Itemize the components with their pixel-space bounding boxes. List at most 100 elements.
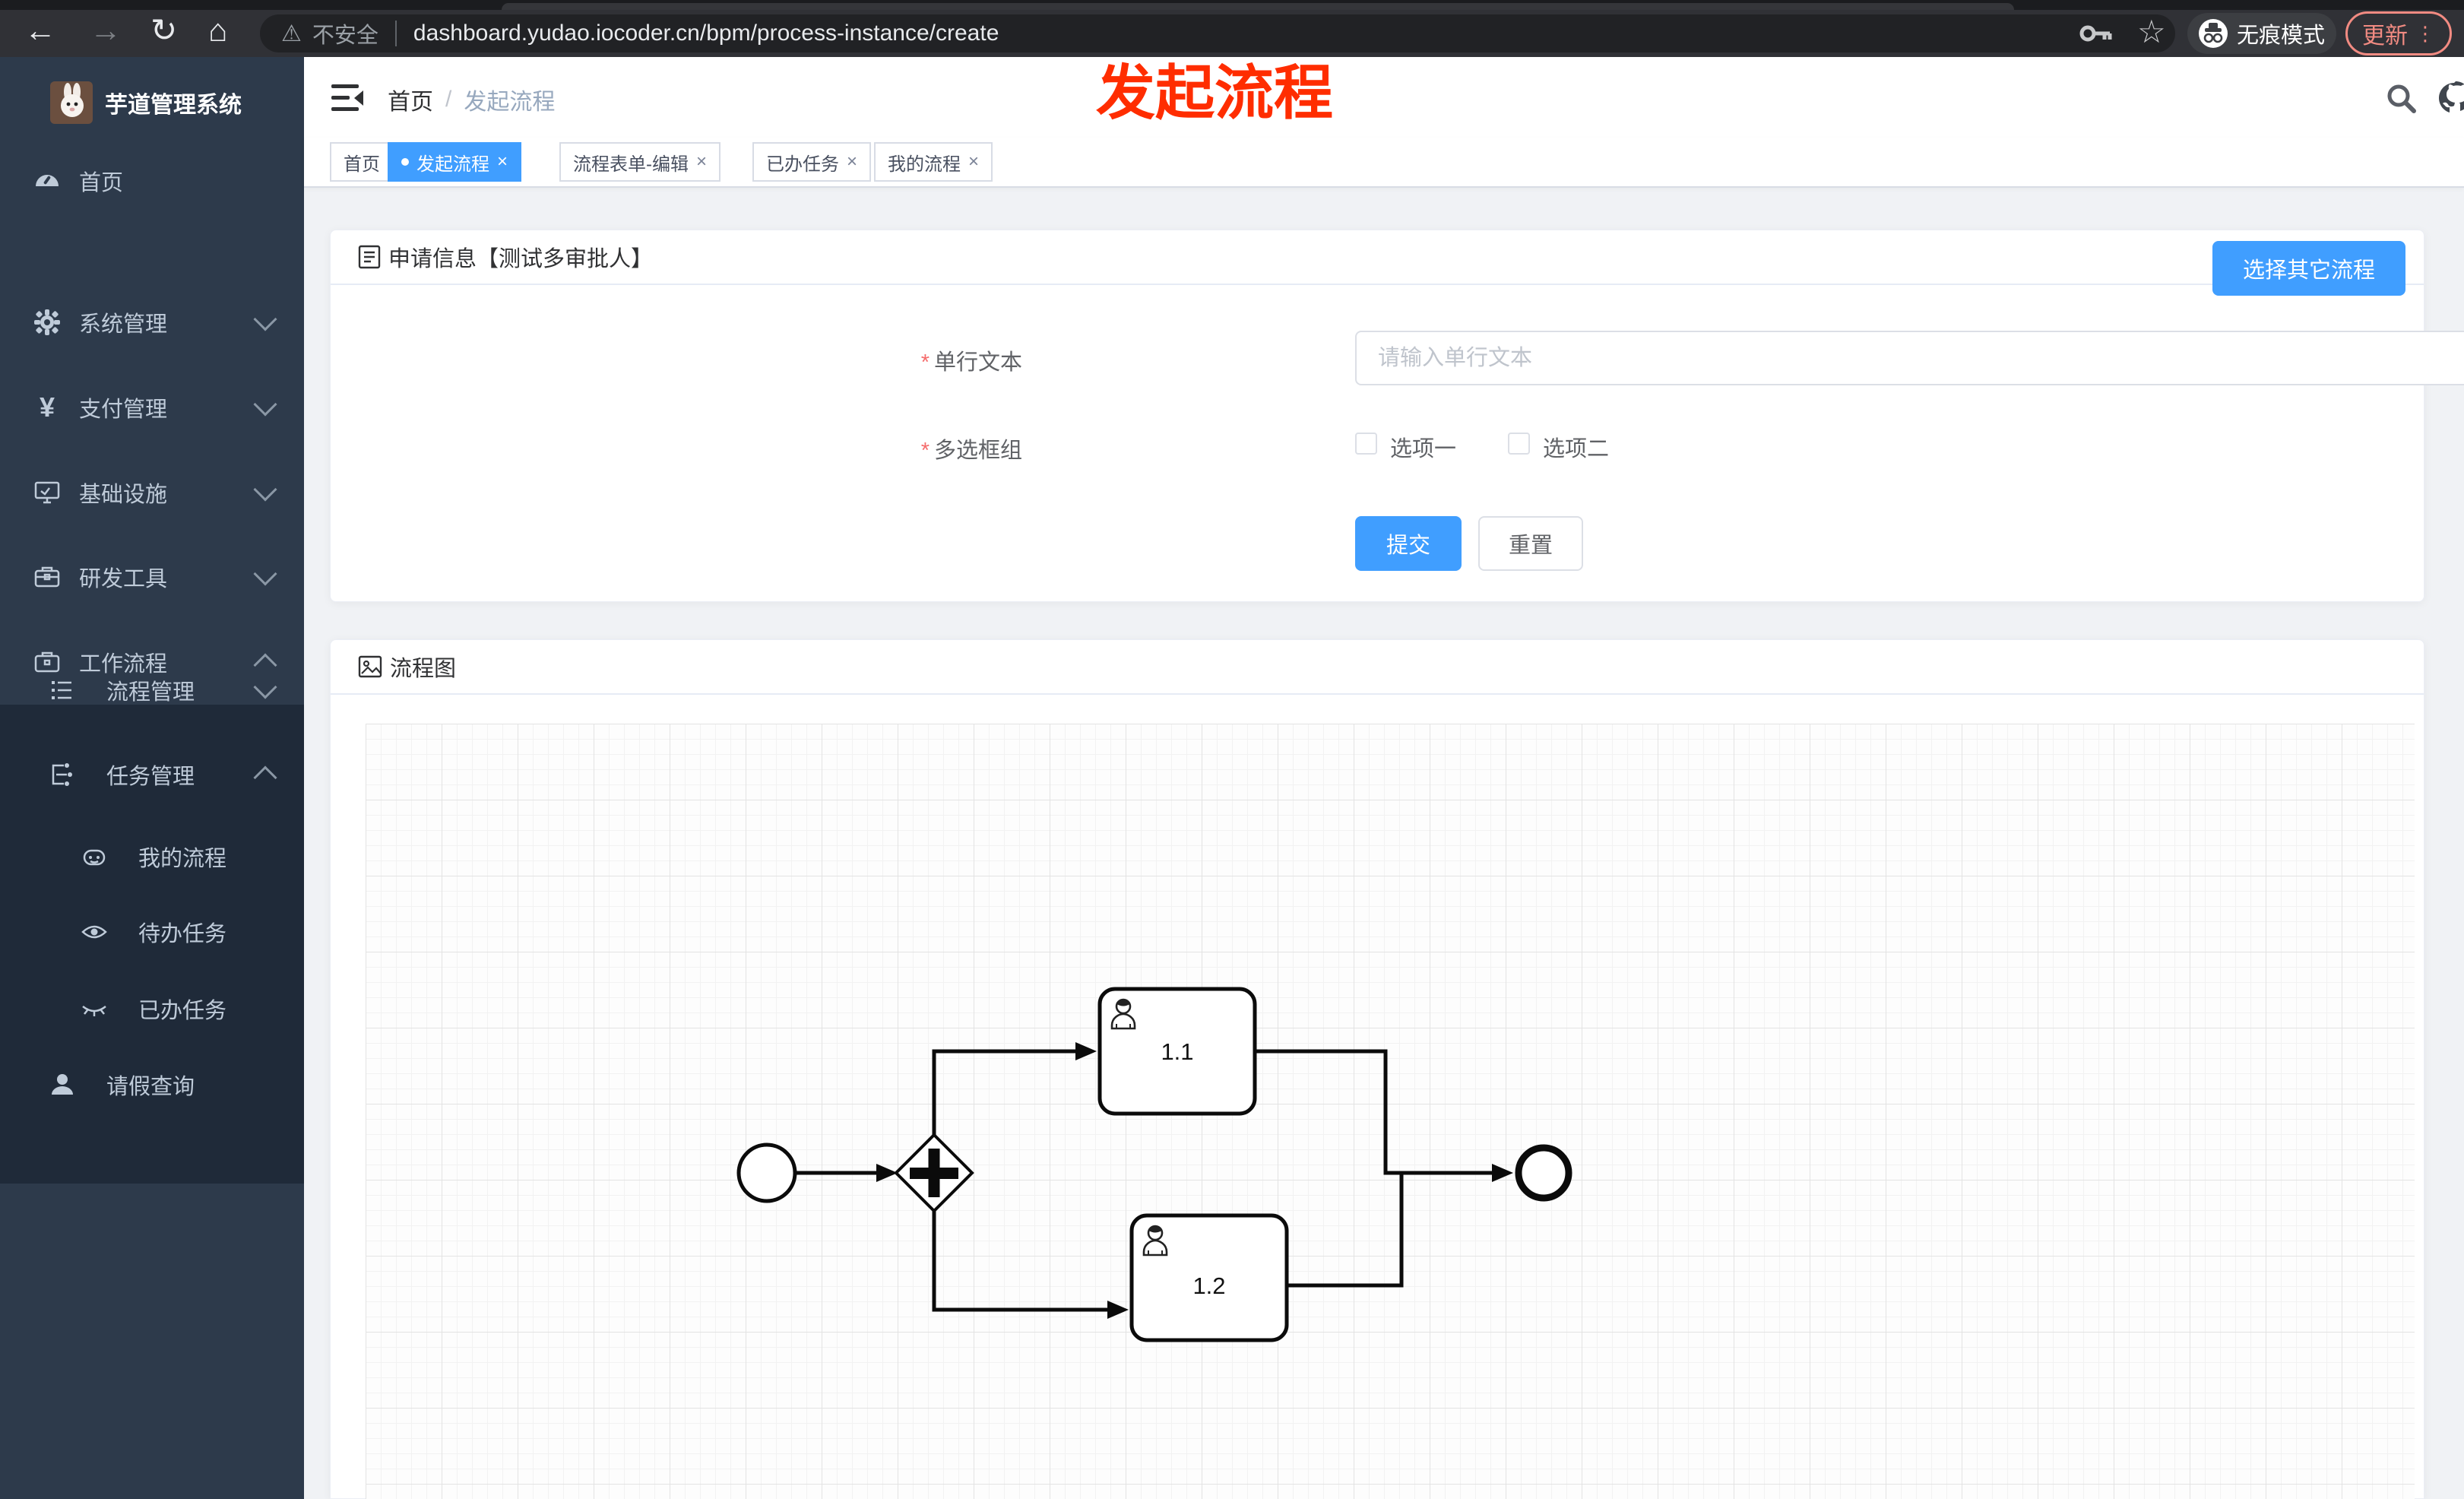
required-asterisk: * xyxy=(920,350,930,375)
close-icon[interactable]: × xyxy=(847,151,857,173)
sidebar-item-label: 系统管理 xyxy=(79,312,168,337)
close-icon[interactable]: × xyxy=(696,151,707,173)
browser-tab-strip xyxy=(0,0,2464,10)
tab-label: 首页 xyxy=(344,154,380,175)
checkbox-option-1[interactable] xyxy=(1355,433,1377,455)
sidebar-item-leave-query[interactable]: 请假查询 xyxy=(0,1042,304,1127)
checkbox-label-2[interactable]: 选项二 xyxy=(1543,431,1609,463)
url-text[interactable]: dashboard.yudao.iocoder.cn/bpm/process-i… xyxy=(413,21,999,46)
arrowhead xyxy=(1075,1042,1097,1060)
diagram-card-header: 流程图 xyxy=(331,640,2424,695)
arrowhead xyxy=(1107,1301,1129,1319)
sidebar-item-label: 待办任务 xyxy=(138,922,227,946)
search-icon[interactable] xyxy=(2385,82,2417,114)
eye-closed-icon xyxy=(79,994,109,1024)
tab-my-process[interactable]: 我的流程 × xyxy=(874,142,993,182)
sidebar-item-process-mgmt[interactable]: 流程管理 xyxy=(0,648,304,733)
process-diagram-card: 流程图 1.1 1.2 xyxy=(330,639,2424,1499)
forward-icon[interactable]: → xyxy=(90,14,122,46)
github-icon[interactable] xyxy=(2437,81,2464,116)
task-label: 1.1 xyxy=(1161,1038,1193,1065)
sidebar-item-done-tasks[interactable]: 已办任务 xyxy=(0,966,304,1051)
sidebar-item-system[interactable]: 系统管理 xyxy=(0,280,304,365)
chevron-down-icon xyxy=(253,307,277,331)
eye-icon xyxy=(79,917,109,947)
bpmn-canvas[interactable]: 1.1 1.2 xyxy=(366,724,2415,1499)
toolbox-icon xyxy=(32,562,62,592)
screen: ← → ↻ ⌂ ⚠ 不安全 dashboard.yudao.iocoder.cn… xyxy=(0,0,2464,1499)
breadcrumb-home[interactable]: 首页 xyxy=(388,83,433,116)
sidebar-item-todo-tasks[interactable]: 待办任务 xyxy=(0,889,304,975)
flow-task1-to-end[interactable] xyxy=(1255,1049,1492,1175)
breadcrumb: 首页 / 发起流程 xyxy=(388,83,555,116)
tab-start-process[interactable]: 发起流程 × xyxy=(388,142,522,182)
sidebar-item-devtools[interactable]: 研发工具 xyxy=(0,534,304,620)
task-label: 1.2 xyxy=(1192,1272,1225,1299)
sidebar-item-task-mgmt[interactable]: 任务管理 xyxy=(0,732,304,817)
flow-gateway-to-task1[interactable] xyxy=(932,1049,1075,1135)
kebab-menu-icon[interactable]: ⋮ xyxy=(2415,22,2435,46)
sidebar-item-infra[interactable]: 基础设施 xyxy=(0,450,304,535)
flow-task2-to-end[interactable] xyxy=(1287,1173,1404,1288)
back-icon[interactable]: ← xyxy=(24,14,56,46)
flow-tree-icon xyxy=(47,759,78,790)
gateway-plus-icon xyxy=(928,1149,940,1197)
security-label[interactable]: 不安全 xyxy=(312,17,378,49)
chevron-down-icon xyxy=(253,562,277,586)
bookmark-star-icon[interactable]: ☆ xyxy=(2137,13,2166,50)
sidebar-logo[interactable]: 芋道管理系统 xyxy=(0,72,304,133)
tags-view: 首页 发起流程 × 流程表单-编辑 × 已办任务 × 我的流程 × xyxy=(304,138,2464,188)
hamburger-icon[interactable] xyxy=(331,84,365,112)
logo-rabbit-image xyxy=(50,81,93,124)
checkbox-option-2[interactable] xyxy=(1508,433,1530,455)
sidebar-item-label: 支付管理 xyxy=(79,398,168,422)
diagram-card-title: 流程图 xyxy=(390,657,457,681)
home-icon[interactable]: ⌂ xyxy=(208,14,227,46)
reload-icon[interactable]: ↻ xyxy=(150,14,177,46)
single-line-text-input[interactable] xyxy=(1355,331,2464,385)
user-icon xyxy=(47,1070,78,1100)
tab-form-edit[interactable]: 流程表单-编辑 × xyxy=(559,142,721,182)
tab-home[interactable]: 首页 xyxy=(330,142,394,182)
start-event[interactable] xyxy=(736,1142,797,1203)
sidebar-item-label: 已办任务 xyxy=(138,999,227,1023)
sidebar: 芋道管理系统 首页 系统管理 ¥ 支付管理 基础设施 研发工具 工作流程 流程管… xyxy=(0,57,304,1499)
list-tree-icon xyxy=(47,675,78,705)
sidebar-item-my-process[interactable]: 我的流程 xyxy=(0,814,304,899)
breadcrumb-current: 发起流程 xyxy=(464,90,556,115)
omnibox-divider xyxy=(394,21,397,46)
close-icon[interactable]: × xyxy=(497,151,508,173)
active-dot xyxy=(401,158,409,166)
close-icon[interactable]: × xyxy=(968,151,979,173)
reset-button[interactable]: 重置 xyxy=(1478,516,1583,571)
sidebar-item-label: 首页 xyxy=(79,171,124,195)
sidebar-item-label: 请假查询 xyxy=(106,1075,195,1099)
browser-update-button[interactable]: 更新 ⋮ xyxy=(2345,11,2452,55)
sidebar-item-label: 基础设施 xyxy=(79,483,168,507)
document-icon xyxy=(358,245,381,269)
warning-icon: ⚠ xyxy=(281,21,302,46)
submit-button[interactable]: 提交 xyxy=(1355,516,1462,571)
end-event[interactable] xyxy=(1515,1144,1572,1202)
bpmn-diagram: 1.1 1.2 xyxy=(736,987,1572,1342)
incognito-badge: 无痕模式 xyxy=(2187,13,2336,54)
field-label-single-line: * 单行文本 xyxy=(920,350,1022,375)
incognito-icon xyxy=(2198,19,2228,48)
tab-done-tasks[interactable]: 已办任务 × xyxy=(752,142,872,182)
sidebar-item-label: 研发工具 xyxy=(79,567,168,591)
checkbox-label-1[interactable]: 选项一 xyxy=(1390,431,1456,463)
monitor-icon xyxy=(32,477,62,508)
robot-icon xyxy=(79,841,109,872)
flow-gateway-to-task2[interactable] xyxy=(932,1211,1107,1312)
field-label-checkbox-group: * 多选框组 xyxy=(920,439,1022,463)
browser-active-tab[interactable] xyxy=(502,3,2014,10)
sidebar-item-home[interactable]: 首页 xyxy=(0,138,304,223)
incognito-label: 无痕模式 xyxy=(2236,24,2325,48)
choose-other-process-button[interactable]: 选择其它流程 xyxy=(2212,241,2405,296)
chevron-down-icon xyxy=(253,477,277,502)
sidebar-item-payment[interactable]: ¥ 支付管理 xyxy=(0,365,304,450)
picture-icon xyxy=(358,655,382,678)
tab-label: 发起流程 xyxy=(416,154,489,175)
password-key-icon[interactable] xyxy=(2079,21,2113,46)
tab-label: 我的流程 xyxy=(888,154,961,175)
